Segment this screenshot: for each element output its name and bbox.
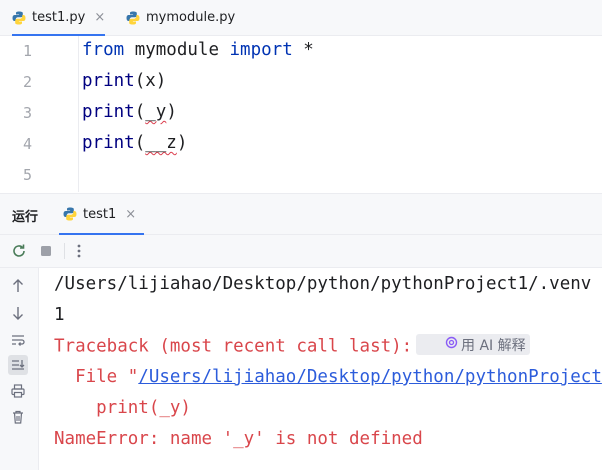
- paren-close: ): [166, 102, 177, 122]
- keyword-from: from: [82, 40, 125, 60]
- code-line-2[interactable]: print(x): [82, 71, 166, 91]
- close-tab-icon[interactable]: ×: [125, 207, 136, 222]
- scroll-to-end-icon[interactable]: [8, 355, 28, 375]
- run-panel-title: 运行: [12, 210, 39, 225]
- scroll-up-icon[interactable]: [8, 276, 28, 296]
- builtin-print: print: [82, 102, 135, 122]
- builtin-print: print: [82, 133, 135, 153]
- rerun-icon[interactable]: [9, 241, 29, 261]
- stdout-line: 1: [54, 305, 65, 325]
- trash-icon[interactable]: [8, 407, 28, 427]
- explain-with-ai-button[interactable]: 用 AI 解释: [416, 334, 530, 355]
- traceback-text: Traceback (most recent call last):: [54, 336, 413, 357]
- paren-close: ): [176, 133, 188, 153]
- tab-label: test1.py: [32, 10, 86, 25]
- paren-open: (: [134, 102, 146, 122]
- keyword-import: import: [229, 40, 293, 60]
- editor-tab-bar: test1.py × mymodule.py: [0, 0, 602, 36]
- line-number: 3: [22, 104, 32, 122]
- toolbar-separator: [64, 243, 65, 259]
- python-file-icon: [12, 11, 26, 25]
- code-line-3[interactable]: print(_y): [82, 102, 177, 122]
- soft-wrap-icon[interactable]: [8, 330, 28, 350]
- unresolved-reference: _y: [145, 102, 167, 122]
- code-editor[interactable]: 1 2 3 4 5 from mymodule import * print(x…: [0, 36, 602, 192]
- console-output[interactable]: /Users/lijiahao/Desktop/python/pythonPro…: [39, 268, 602, 470]
- code-line-4[interactable]: print(__z): [82, 133, 187, 153]
- argument: x: [145, 71, 156, 91]
- tab-mymodule-py[interactable]: mymodule.py: [126, 0, 235, 35]
- line-number: 5: [22, 166, 32, 184]
- module-name: mymodule: [124, 40, 230, 60]
- line-number: 2: [22, 73, 32, 91]
- line-number: 1: [22, 42, 32, 60]
- close-tab-icon[interactable]: ×: [94, 10, 105, 25]
- gutter-divider: [78, 36, 79, 192]
- python-file-icon: [63, 207, 77, 221]
- run-tab-label: test1: [83, 206, 117, 222]
- builtin-print: print: [82, 71, 135, 91]
- error-message: NameError: name '_y' is not defined: [54, 429, 423, 449]
- run-toolbar: [0, 235, 602, 268]
- file-path-link[interactable]: /Users/lijiahao/Desktop/python/pythonPro…: [138, 367, 602, 387]
- paren-close: ): [155, 71, 167, 91]
- paren-open: (: [134, 133, 146, 153]
- import-star: *: [292, 40, 314, 60]
- console-side-toolbar: [0, 268, 39, 470]
- traceback-header: Traceback (most recent call last): 用 AI …: [54, 334, 530, 357]
- stop-icon[interactable]: [36, 241, 56, 261]
- print-icon[interactable]: [8, 381, 28, 401]
- scroll-down-icon[interactable]: [8, 303, 28, 323]
- more-options-icon[interactable]: [69, 241, 89, 261]
- ai-assistant-icon: [420, 321, 458, 368]
- explain-with-ai-label: 用 AI 解释: [461, 337, 526, 354]
- code-line-1[interactable]: from mymodule import *: [82, 40, 314, 60]
- python-file-icon: [126, 11, 140, 25]
- paren-open: (: [134, 71, 146, 91]
- line-number: 4: [22, 135, 32, 153]
- traceback-code-line: print(_y): [54, 398, 191, 418]
- run-tab-test1[interactable]: test1 ×: [58, 194, 145, 235]
- run-tool-window-header: 运行 test1 ×: [0, 193, 602, 235]
- file-prefix: File ": [54, 367, 139, 387]
- unresolved-reference: __z: [145, 133, 177, 153]
- tab-label: mymodule.py: [146, 10, 236, 25]
- traceback-file-line: File "/Users/lijiahao/Desktop/python/pyt…: [54, 367, 602, 387]
- interpreter-path-line: /Users/lijiahao/Desktop/python/pythonPro…: [54, 274, 592, 294]
- tab-test1-py[interactable]: test1.py ×: [12, 0, 106, 36]
